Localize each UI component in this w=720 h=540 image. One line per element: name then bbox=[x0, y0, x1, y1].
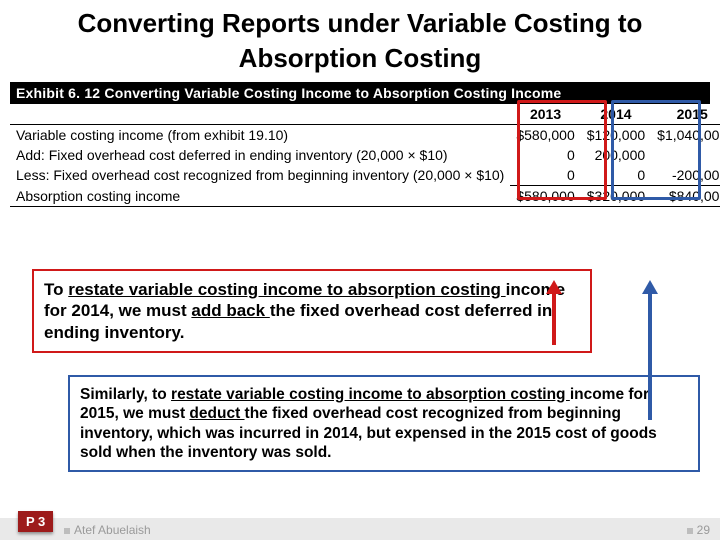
title-line2: Absorption Costing bbox=[239, 43, 482, 73]
cell: $120,000 bbox=[581, 125, 651, 146]
table-row: Less: Fixed overhead cost recognized fro… bbox=[10, 165, 720, 186]
text: add back bbox=[191, 301, 269, 320]
row-label: Less: Fixed overhead cost recognized fro… bbox=[10, 165, 510, 186]
callout-2014: To restate variable costing income to ab… bbox=[32, 269, 592, 353]
cell: $580,000 bbox=[510, 125, 580, 146]
cell: $1,040,000 bbox=[651, 125, 720, 146]
cell: 0 bbox=[510, 165, 580, 186]
footer: P 3 Atef Abuelaish 29 bbox=[0, 518, 720, 540]
callout-2015: Similarly, to restate variable costing i… bbox=[68, 375, 700, 473]
author-text: Atef Abuelaish bbox=[74, 523, 151, 537]
cell: 0 bbox=[510, 145, 580, 165]
cell: $840,000 bbox=[651, 186, 720, 207]
badge-p3: P 3 bbox=[18, 511, 53, 532]
page-number: 29 bbox=[687, 523, 710, 537]
table-row: Add: Fixed overhead cost deferred in end… bbox=[10, 145, 720, 165]
year-2015: 2015 bbox=[651, 104, 720, 125]
slide-title: Converting Reports under Variable Costin… bbox=[10, 6, 710, 76]
title-line1: Converting Reports under Variable Costin… bbox=[78, 8, 643, 38]
row-label: Absorption costing income bbox=[10, 186, 510, 207]
row-label: Variable costing income (from exhibit 19… bbox=[10, 125, 510, 146]
exhibit-table: 2013 2014 2015 Variable costing income (… bbox=[10, 104, 720, 207]
cell: 0 bbox=[651, 145, 720, 165]
year-2013: 2013 bbox=[510, 104, 580, 125]
author-label: Atef Abuelaish bbox=[64, 523, 151, 537]
page-number-text: 29 bbox=[697, 523, 710, 537]
text: restate variable costing income to absor… bbox=[171, 386, 570, 403]
text: restate variable costing income to absor… bbox=[68, 280, 505, 299]
text: To bbox=[44, 280, 68, 299]
cell: $320,000 bbox=[581, 186, 651, 207]
exhibit: Exhibit 6. 12 Converting Variable Costin… bbox=[10, 82, 710, 207]
text: Similarly, to bbox=[80, 386, 171, 403]
cell: -200,000 bbox=[651, 165, 720, 186]
cell: 0 bbox=[581, 165, 651, 186]
row-label: Add: Fixed overhead cost deferred in end… bbox=[10, 145, 510, 165]
table-row: Variable costing income (from exhibit 19… bbox=[10, 125, 720, 146]
table-row: Absorption costing income $580,000 $320,… bbox=[10, 186, 720, 207]
year-2014: 2014 bbox=[581, 104, 651, 125]
text: deduct bbox=[189, 405, 244, 422]
bullet-icon bbox=[64, 528, 70, 534]
exhibit-header: Exhibit 6. 12 Converting Variable Costin… bbox=[10, 82, 710, 104]
cell: $580,000 bbox=[510, 186, 580, 207]
bullet-icon bbox=[687, 528, 693, 534]
cell: 200,000 bbox=[581, 145, 651, 165]
